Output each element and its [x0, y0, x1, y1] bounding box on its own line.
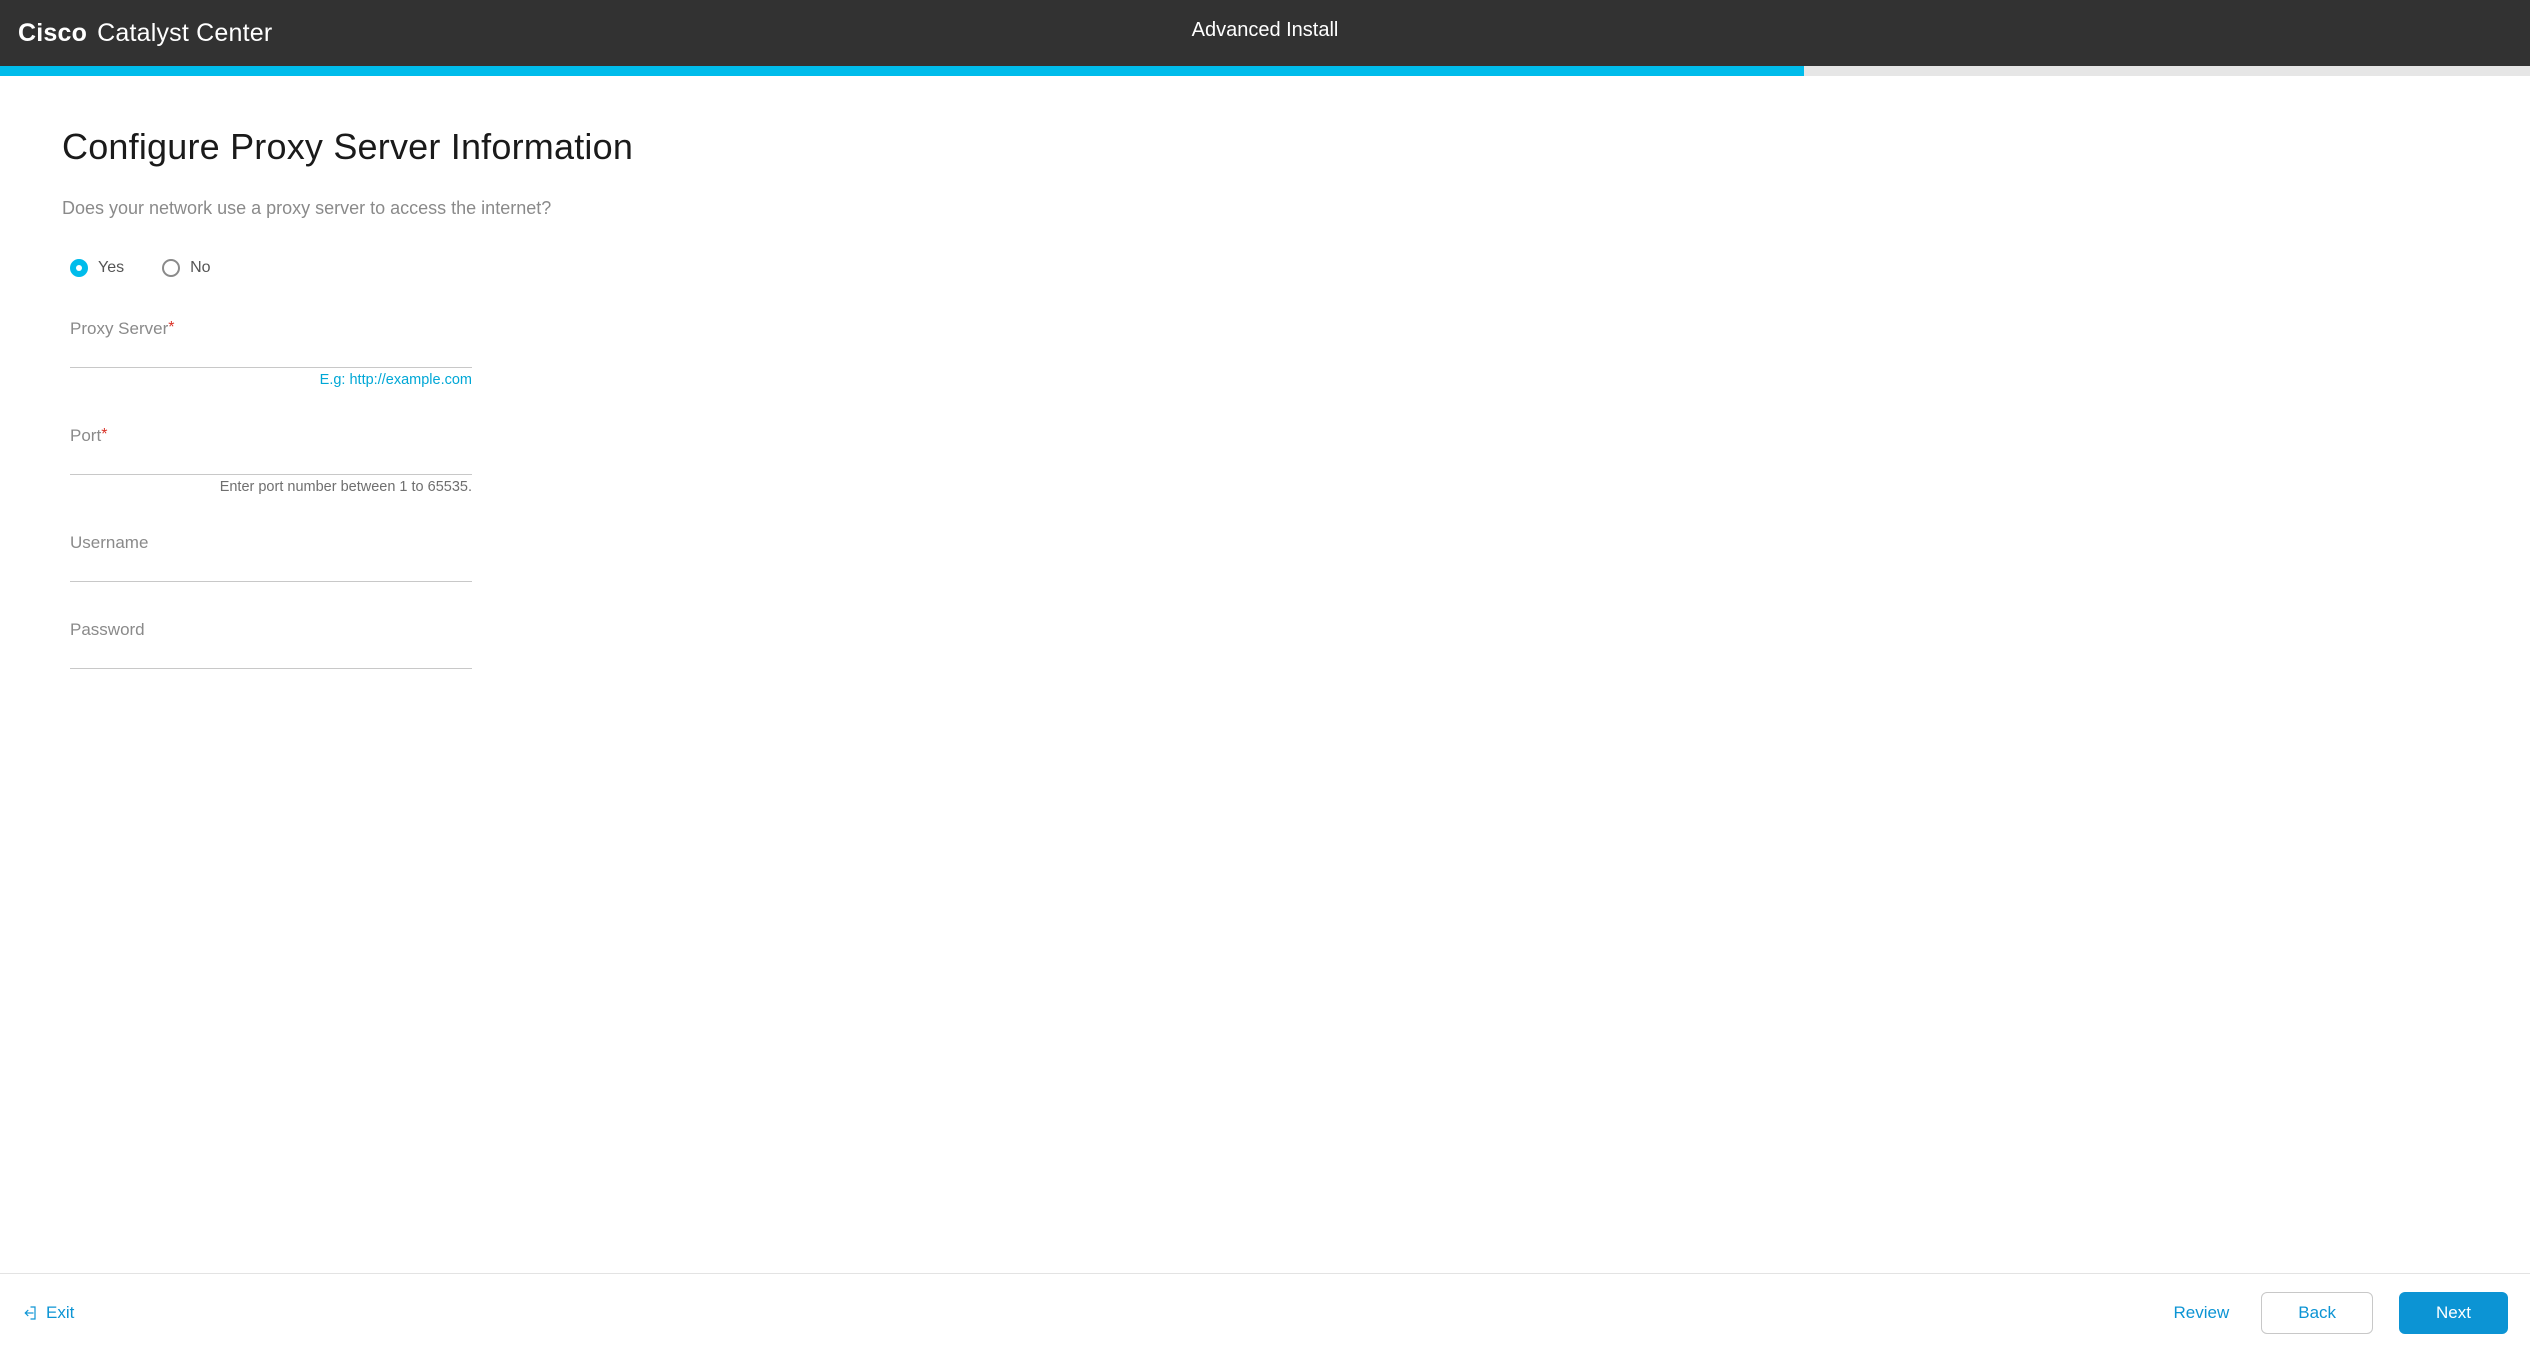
username-label: Username — [70, 533, 472, 557]
radio-option-yes[interactable]: Yes — [70, 259, 124, 277]
brand-cisco: Cisco — [18, 19, 87, 48]
password-label: Password — [70, 620, 472, 644]
field-port: Port* Enter port number between 1 to 655… — [70, 426, 472, 495]
port-input[interactable] — [70, 450, 472, 475]
header-center-title: Advanced Install — [1192, 19, 1339, 42]
footer-bar: Exit Review Back Next — [0, 1273, 2530, 1351]
form-fields: Proxy Server* E.g: http://example.com Po… — [62, 319, 472, 669]
back-button[interactable]: Back — [2261, 1292, 2373, 1334]
port-hint: Enter port number between 1 to 65535. — [70, 479, 472, 495]
proxy-server-input[interactable] — [70, 343, 472, 368]
main-content: Configure Proxy Server Information Does … — [0, 76, 2530, 1273]
port-label: Port* — [70, 426, 472, 450]
proxy-server-label: Proxy Server* — [70, 319, 472, 343]
progress-bar-track — [0, 66, 2530, 76]
radio-yes-label: Yes — [98, 259, 124, 277]
field-proxy-server: Proxy Server* E.g: http://example.com — [70, 319, 472, 388]
brand: Cisco Catalyst Center — [0, 19, 272, 48]
username-input[interactable] — [70, 557, 472, 582]
exit-icon — [20, 1303, 38, 1323]
exit-label: Exit — [46, 1303, 74, 1323]
radio-circle-icon — [162, 259, 180, 277]
exit-link[interactable]: Exit — [12, 1295, 82, 1331]
proxy-server-hint: E.g: http://example.com — [70, 372, 472, 388]
page-title: Configure Proxy Server Information — [62, 126, 2468, 168]
field-username: Username — [70, 533, 472, 582]
radio-circle-icon — [70, 259, 88, 277]
required-star-icon: * — [168, 319, 174, 336]
review-link[interactable]: Review — [2167, 1295, 2235, 1331]
brand-product: Catalyst Center — [97, 19, 272, 48]
footer-right: Review Back Next — [2167, 1292, 2508, 1334]
progress-bar-fill — [0, 66, 1804, 76]
field-password: Password — [70, 620, 472, 669]
top-bar: Cisco Catalyst Center Advanced Install — [0, 0, 2530, 66]
radio-option-no[interactable]: No — [162, 259, 210, 277]
password-input[interactable] — [70, 644, 472, 669]
next-button[interactable]: Next — [2399, 1292, 2508, 1334]
page-subtitle: Does your network use a proxy server to … — [62, 198, 2468, 219]
required-star-icon: * — [101, 426, 107, 443]
proxy-radio-group: Yes No — [62, 259, 2468, 277]
radio-no-label: No — [190, 259, 210, 277]
